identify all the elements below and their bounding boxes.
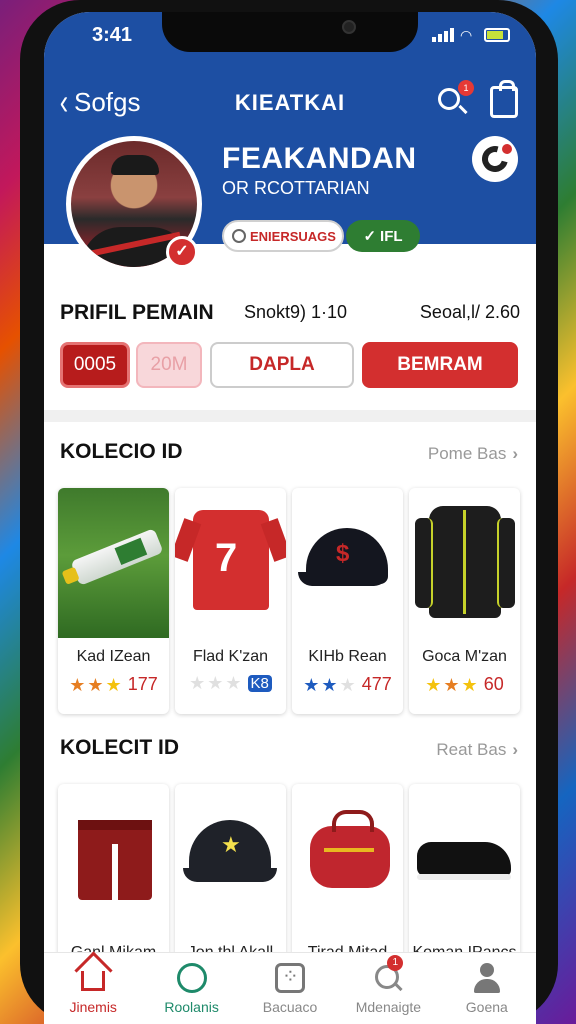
product-list: Kad IZean ★ ★ ★ 177 7 Flad K'zan ★ ★ ★ K8 $ … bbox=[58, 488, 520, 714]
tab-profile[interactable]: Goena bbox=[438, 953, 536, 1024]
star-icon: ★ bbox=[69, 674, 86, 695]
product-rating: ★ ★ ★ 477 bbox=[303, 674, 392, 695]
profile-button-2[interactable]: 20M bbox=[136, 342, 202, 388]
notch bbox=[162, 12, 418, 52]
stat-left: Snokt9) 1·10 bbox=[244, 302, 348, 322]
product-rating: ★ ★ ★ 177 bbox=[69, 674, 158, 695]
product-image bbox=[292, 784, 403, 934]
player-name: FEAKANDAN bbox=[222, 142, 417, 175]
battery-icon bbox=[484, 28, 510, 42]
section-title: KOLECIT ID bbox=[60, 736, 179, 759]
profile-row: PRIFIL PEMAIN Snokt9) 1·10 Seoal,l/ 2.60 bbox=[60, 298, 520, 328]
search-button[interactable]: 1 bbox=[436, 80, 474, 120]
stat-right: Seoal,l/ 2.60 bbox=[419, 302, 520, 322]
shopping-bag-icon[interactable] bbox=[490, 80, 518, 118]
product-image bbox=[409, 488, 520, 638]
top-nav: ‹ Sofgs KIEATKAI 1 bbox=[44, 80, 536, 128]
product-image bbox=[409, 784, 520, 934]
search-pill[interactable]: ENIERSUAGS bbox=[222, 220, 344, 252]
tab-home[interactable]: Jinemis bbox=[44, 953, 142, 1024]
divider bbox=[44, 410, 536, 422]
check-icon: ✓ bbox=[363, 228, 377, 245]
user-icon bbox=[472, 963, 502, 993]
product-name: KIHb Rean bbox=[308, 648, 387, 665]
tab-refresh[interactable]: Roolanis bbox=[142, 953, 240, 1024]
star-icon: ★ bbox=[189, 673, 206, 693]
wifi-icon: ◠ bbox=[460, 27, 473, 43]
grid-icon bbox=[275, 963, 306, 993]
status-time: 3:41 bbox=[92, 24, 133, 46]
product-name: Flad K'zan bbox=[192, 648, 269, 665]
profile-title: PRIFIL PEMAIN bbox=[60, 301, 214, 324]
home-icon bbox=[81, 971, 106, 991]
star-icon: ★ bbox=[443, 674, 460, 695]
product-card[interactable]: Kad IZean ★ ★ ★ 177 bbox=[58, 488, 169, 714]
profile-buttons: 0005 20M DAPLA BEMRAM bbox=[60, 342, 520, 390]
product-image bbox=[58, 784, 169, 934]
see-all-link[interactable]: Pome Bas › bbox=[428, 444, 518, 464]
star-icon: ★ bbox=[461, 674, 478, 695]
star-icon: ★ bbox=[225, 673, 242, 693]
star-icon: ★ bbox=[339, 674, 356, 695]
product-rating: ★ ★ ★ 60 bbox=[425, 674, 504, 695]
camera-icon bbox=[342, 20, 356, 34]
star-icon: ★ bbox=[87, 674, 104, 695]
status-pill[interactable]: ✓ IFL bbox=[346, 220, 420, 252]
tab-grid[interactable]: Bacuaco bbox=[241, 953, 339, 1024]
profile-button-3[interactable]: DAPLA bbox=[210, 342, 354, 388]
product-image: 7 bbox=[175, 488, 286, 638]
product-image: $ bbox=[292, 488, 403, 638]
signal-icon bbox=[432, 26, 454, 42]
profile-button-4[interactable]: BEMRAM bbox=[362, 342, 518, 388]
search-icon bbox=[232, 229, 246, 243]
product-name: Kad IZean bbox=[76, 648, 151, 665]
see-all-link[interactable]: Reat Bas › bbox=[436, 740, 518, 760]
verified-icon: ✓ bbox=[166, 236, 198, 268]
product-card[interactable]: $ KIHb Rean ★ ★ ★ 477 bbox=[292, 488, 403, 714]
app-screen: 3:41 ◠ ‹ Sofgs KIEATKAI 1 ✓ FEAKANDAN OR… bbox=[44, 12, 536, 1024]
star-icon: ★ bbox=[321, 674, 338, 695]
chevron-right-icon: › bbox=[512, 444, 518, 463]
product-image: ★ bbox=[175, 784, 286, 934]
tab-search[interactable]: 1 Mdenaigte bbox=[339, 953, 437, 1024]
product-card[interactable]: Goca M'zan ★ ★ ★ 60 bbox=[409, 488, 520, 714]
product-rating: ★ ★ ★ K8 bbox=[175, 674, 286, 692]
chevron-right-icon: › bbox=[512, 740, 518, 759]
status-icons: ◠ bbox=[432, 26, 510, 42]
notification-badge: 1 bbox=[458, 80, 474, 96]
star-icon: ★ bbox=[105, 674, 122, 695]
profile-button-1[interactable]: 0005 bbox=[60, 342, 130, 388]
section-title: KOLECIO ID bbox=[60, 440, 183, 463]
star-icon: ★ bbox=[207, 673, 224, 693]
club-logo-button[interactable] bbox=[472, 136, 518, 182]
star-icon: ★ bbox=[303, 674, 320, 695]
bottom-tab-bar: Jinemis Roolanis Bacuaco 1 Mdenaigte Goe… bbox=[44, 952, 536, 1024]
product-card[interactable]: 7 Flad K'zan ★ ★ ★ K8 bbox=[175, 488, 286, 714]
search-icon bbox=[438, 88, 460, 110]
refresh-icon bbox=[176, 963, 207, 993]
player-subtitle: OR RCOTTARIAN bbox=[222, 178, 370, 198]
product-image bbox=[58, 488, 169, 638]
product-name: Goca M'zan bbox=[422, 648, 507, 665]
star-icon: ★ bbox=[425, 674, 442, 695]
